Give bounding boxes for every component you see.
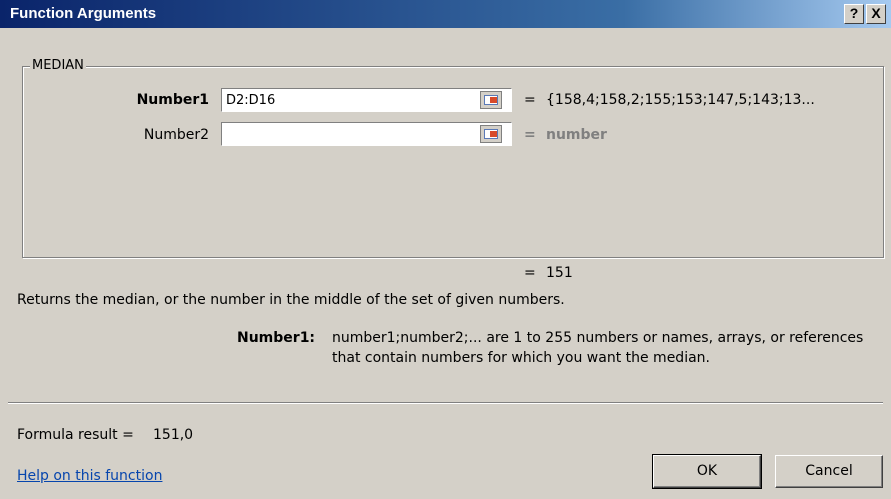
number2-label: Number2: [143, 127, 209, 143]
function-name: MEDIAN: [30, 58, 86, 73]
ok-button[interactable]: OK: [652, 454, 762, 489]
window-title: Function Arguments: [10, 5, 157, 22]
number2-input[interactable]: [221, 122, 512, 146]
arg-help-line1: number1;number2;... are 1 to 255 numbers…: [332, 330, 864, 346]
close-button[interactable]: X: [866, 4, 886, 24]
summary-result: 151: [546, 265, 573, 281]
number2-equals: =: [524, 127, 536, 143]
number1-label: Number1: [136, 92, 209, 108]
separator: [8, 402, 883, 404]
help-link[interactable]: Help on this function: [17, 468, 162, 484]
number1-equals: =: [524, 92, 536, 108]
number2-result: number: [546, 127, 607, 143]
arg-help-name: Number1:: [237, 330, 316, 346]
number1-result: {158,4;158,2;155;153;147,5;143;13...: [546, 92, 815, 108]
number1-input[interactable]: [221, 88, 512, 112]
function-description: Returns the median, or the number in the…: [17, 292, 565, 308]
cancel-button[interactable]: Cancel: [775, 455, 883, 488]
arg-help-line2: that contain numbers for which you want …: [332, 350, 710, 366]
summary-equals: =: [524, 265, 536, 281]
title-bar[interactable]: Function Arguments ? X: [0, 0, 891, 28]
number2-collapse-icon[interactable]: [480, 125, 502, 143]
formula-result-label: Formula result =: [17, 427, 134, 443]
help-button[interactable]: ?: [844, 4, 864, 24]
number1-collapse-icon[interactable]: [480, 91, 502, 109]
formula-result-value: 151,0: [153, 427, 194, 443]
